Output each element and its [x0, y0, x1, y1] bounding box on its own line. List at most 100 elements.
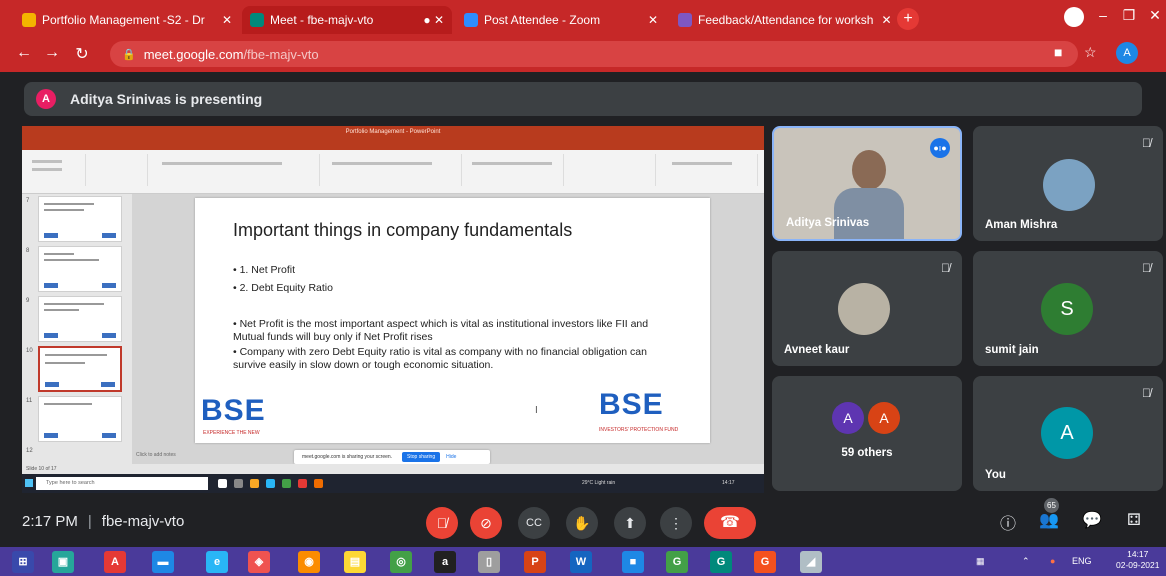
start-icon[interactable]: ⊞	[12, 551, 34, 573]
captions-button[interactable]: CC	[518, 507, 550, 539]
current-slide[interactable]: Important things in company fundamentals…	[195, 198, 710, 443]
close-tab-icon[interactable]: ✕	[873, 13, 891, 27]
word-icon[interactable]: W	[570, 551, 592, 573]
bse-tag-right: INVESTORS' PROTECTION FUND	[599, 427, 679, 433]
chrome-profile-icon[interactable]: G	[754, 551, 776, 573]
participant-tile-aman[interactable]: 🎙̸ Aman Mishra	[973, 126, 1163, 241]
slide-thumbnail[interactable]	[38, 296, 122, 342]
url-path: /fbe-majv-vto	[243, 46, 319, 62]
participant-tile-sumit[interactable]: S 🎙̸ sumit jain	[973, 251, 1163, 366]
slide-thumbnail-selected[interactable]	[38, 346, 122, 392]
lock-icon: 🔒	[122, 48, 136, 61]
participant-name: Avneet kaur	[784, 344, 850, 356]
slide-thumbnail[interactable]	[38, 246, 122, 292]
present-now-button[interactable]: ⬆	[614, 507, 646, 539]
close-tab-icon[interactable]: ✕	[214, 13, 232, 27]
slide-thumbnail[interactable]	[38, 196, 122, 242]
back-icon[interactable]: ←	[14, 44, 34, 62]
browser-tab-meet[interactable]: Meet - fbe-majv-vto ● ✕	[242, 6, 452, 34]
lenovo-icon[interactable]: ▬	[152, 551, 174, 573]
windows-start-icon	[25, 479, 33, 487]
file-explorer-icon[interactable]: ▤	[344, 551, 366, 573]
presenting-banner: A Aditya Srinivas is presenting	[24, 82, 1142, 116]
notes-placeholder: Click to add notes	[136, 452, 176, 458]
mic-off-icon: 🎙̸	[1142, 386, 1151, 400]
ribbon-group	[88, 154, 148, 186]
chat-icon[interactable]: 💬	[1080, 510, 1104, 530]
language-indicator[interactable]: ENG	[1072, 556, 1092, 566]
close-tab-icon[interactable]: ● ✕	[415, 13, 444, 27]
slide-thumbnails[interactable]: 7 8 9 10 11 12	[22, 194, 132, 464]
ribbon-group	[322, 154, 462, 186]
close-tab-icon[interactable]: ✕	[640, 13, 658, 27]
tab-search-icon[interactable]	[1064, 7, 1084, 27]
meeting-code: fbe-majv-vto	[101, 513, 185, 530]
clock-time: 14:17	[1127, 549, 1149, 559]
mic-toggle-button[interactable]: 🎙̸	[426, 507, 458, 539]
taskbar-clock[interactable]: 14:17 02-09-2021	[1116, 549, 1159, 571]
keyboard-icon[interactable]: ▦	[976, 556, 985, 567]
tab-title: Portfolio Management -S2 - Dr	[42, 13, 205, 27]
acrobat-icon[interactable]: A	[104, 551, 126, 573]
firefox-icon[interactable]: ◉	[298, 551, 320, 573]
tab-title: Feedback/Attendance for worksh	[698, 13, 874, 27]
powerpoint-icon[interactable]: P	[524, 551, 546, 573]
stop-sharing-button[interactable]: Stop sharing	[402, 452, 441, 462]
ribbon-group	[566, 154, 656, 186]
thumb-number: 9	[26, 298, 30, 304]
tray-app-icon[interactable]: ●	[1050, 556, 1055, 566]
browser-tab-portfolio[interactable]: Portfolio Management -S2 - Dr ✕	[14, 6, 240, 34]
profile-avatar[interactable]: A	[1116, 42, 1138, 64]
participant-avatar-photo	[838, 283, 890, 335]
meeting-time: 2:17 PM	[22, 513, 78, 530]
amazon-icon[interactable]: a	[434, 551, 456, 573]
more-options-button[interactable]: ⋮	[660, 507, 692, 539]
presenting-text: Aditya Srinivas is presenting	[70, 91, 263, 107]
app-icon	[298, 479, 307, 488]
zoom-icon[interactable]: ■	[622, 551, 644, 573]
chrome-profile-icon[interactable]: G	[666, 551, 688, 573]
maximize-icon[interactable]: ❐	[1116, 4, 1142, 26]
participant-tile-you[interactable]: A 🎙̸ You	[973, 376, 1163, 491]
chrome-icon[interactable]: ◎	[390, 551, 412, 573]
participant-avatar: A	[1041, 407, 1093, 459]
raise-hand-button[interactable]: ✋	[566, 507, 598, 539]
new-tab-button[interactable]: +	[897, 8, 919, 30]
browser-tab-zoom[interactable]: Post Attendee - Zoom ✕	[456, 6, 666, 34]
ribbon-text	[32, 160, 62, 163]
store-icon[interactable]: ▣	[52, 551, 74, 573]
remote-search-box: Type here to search	[36, 477, 208, 490]
activities-icon[interactable]: ⚃	[1122, 510, 1146, 530]
ribbon-text	[332, 162, 432, 165]
tab-title: Meet - fbe-majv-vto	[270, 13, 374, 27]
forms-favicon-icon	[678, 13, 692, 27]
tab-title: Post Attendee - Zoom	[484, 13, 601, 27]
close-window-icon[interactable]: ✕	[1142, 4, 1166, 26]
tray-chevron-icon[interactable]: ⌃	[1022, 556, 1030, 567]
url-bar[interactable]: 🔒 meet.google.com/fbe-majv-vto	[110, 41, 1078, 67]
app-icon[interactable]: ◈	[248, 551, 270, 573]
leave-call-button[interactable]: ☎	[704, 507, 756, 539]
browser-tab-feedback[interactable]: Feedback/Attendance for worksh ✕	[670, 6, 892, 34]
hide-button[interactable]: Hide	[446, 454, 456, 460]
meeting-details-icon[interactable]: ⓘ	[996, 510, 1020, 534]
bookmark-star-icon[interactable]: ☆	[1084, 44, 1097, 61]
slide-thumbnail[interactable]	[38, 396, 122, 442]
document-icon[interactable]: ▯	[478, 551, 500, 573]
edge-icon[interactable]: e	[206, 551, 228, 573]
minimize-icon[interactable]: –	[1090, 4, 1116, 26]
reload-icon[interactable]: ↻	[72, 44, 92, 64]
shared-screen[interactable]: Portfolio Management - PowerPoint 7 8 9 …	[22, 126, 764, 493]
app-icon[interactable]: ◢	[800, 551, 822, 573]
participant-tile-others[interactable]: A A 59 others	[772, 376, 962, 491]
slide-canvas[interactable]: Important things in company fundamentals…	[132, 194, 764, 464]
people-icon[interactable]: 👥	[1037, 510, 1061, 530]
participant-tile-aditya[interactable]: ●ı● Aditya Srinivas	[772, 126, 962, 241]
camera-toggle-button[interactable]: ⊘	[470, 507, 502, 539]
camera-in-use-icon[interactable]: ■	[1054, 44, 1062, 60]
chrome-profile-icon[interactable]: G	[710, 551, 732, 573]
forward-icon[interactable]: →	[42, 44, 62, 62]
powerpoint-title-bar: Portfolio Management - PowerPoint	[22, 126, 764, 138]
participant-tile-avneet[interactable]: 🎙̸ Avneet kaur	[772, 251, 962, 366]
share-text: meet.google.com is sharing your screen.	[302, 454, 393, 460]
